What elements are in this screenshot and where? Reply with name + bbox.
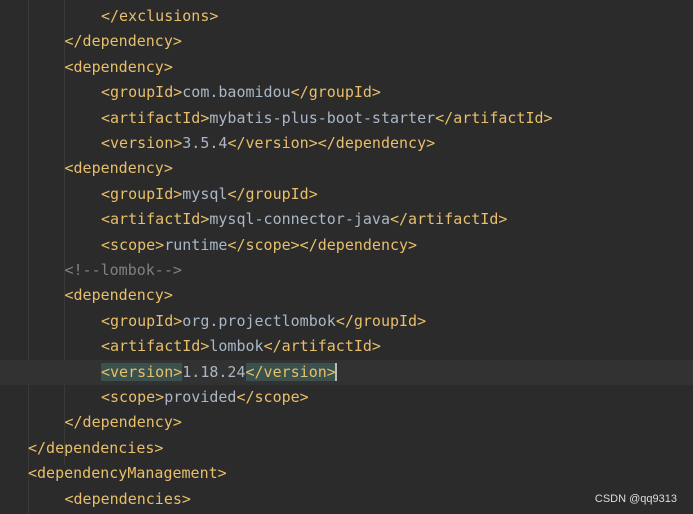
code-line[interactable]: <groupId>com.baomidou</groupId> — [0, 80, 693, 105]
xml-text: lombok — [209, 337, 264, 356]
code-line[interactable]: <artifactId>lombok</artifactId> — [0, 334, 693, 359]
code-line[interactable]: </dependency> — [0, 410, 693, 435]
xml-tag: <groupId> — [101, 184, 183, 203]
text-caret — [334, 363, 337, 382]
code-line-current[interactable]: <version>1.18.24</version> — [0, 359, 693, 385]
xml-tag: </artifactId> — [263, 337, 381, 356]
xml-tag: <dependency> — [64, 57, 173, 76]
xml-tag: <scope> — [101, 388, 165, 406]
xml-tag: </artifactId> — [390, 210, 508, 229]
code-line[interactable]: <artifactId>mybatis-plus-boot-starter</a… — [0, 106, 693, 131]
xml-text: mysql-connector-java — [209, 210, 390, 229]
xml-text: runtime — [164, 235, 228, 254]
code-line[interactable]: <dependencyManagement> — [0, 461, 693, 486]
xml-tag: </scope> — [236, 388, 309, 406]
code-line[interactable]: <dependency> — [0, 283, 693, 308]
xml-tag: <dependencyManagement> — [28, 464, 227, 483]
code-line[interactable]: <groupId>org.projectlombok</groupId> — [0, 309, 693, 334]
xml-text: 1.18.24 — [182, 362, 246, 381]
xml-tag: <groupId> — [101, 311, 183, 330]
xml-comment: <!--lombok--> — [64, 261, 182, 279]
code-line[interactable]: <scope>runtime</scope></dependency> — [0, 233, 693, 258]
xml-tag: <dependencies> — [64, 489, 191, 508]
xml-text: com.baomidou — [182, 83, 291, 102]
xml-tag: </dependencies> — [28, 438, 164, 457]
xml-text: 3.5.4 — [182, 134, 228, 152]
code-line[interactable]: <dependency> — [0, 156, 693, 181]
xml-tag: <artifactId> — [101, 108, 210, 127]
watermark: CSDN @qq9313 — [594, 493, 677, 505]
code-line[interactable]: </dependencies> — [0, 436, 693, 461]
code-line[interactable]: <scope>provided</scope> — [0, 385, 693, 410]
xml-tag: </exclusions> — [101, 7, 219, 25]
code-line[interactable]: <groupId>mysql</groupId> — [0, 182, 693, 207]
xml-tag: </groupId> — [227, 184, 318, 203]
xml-tag: </artifactId> — [435, 108, 553, 127]
xml-tag: </version></dependency> — [227, 134, 436, 152]
code-line[interactable]: </exclusions> — [0, 4, 693, 29]
xml-tag: </version> — [245, 362, 336, 381]
xml-tag: <artifactId> — [101, 210, 210, 229]
xml-tag: <scope> — [101, 235, 165, 254]
code-line[interactable]: <artifactId>mysql-connector-java</artifa… — [0, 207, 693, 232]
xml-tag: <dependency> — [64, 286, 173, 305]
code-line[interactable]: <dependencies> — [0, 487, 693, 512]
xml-tag: </groupId> — [335, 311, 427, 330]
xml-tag: </dependency> — [64, 413, 182, 432]
xml-tag: <dependency> — [64, 159, 173, 178]
xml-tag: </dependency> — [64, 32, 182, 51]
xml-tag: <version> — [101, 362, 183, 381]
code-line[interactable]: </dependency> — [0, 29, 693, 54]
xml-text: org.projectlombok — [182, 311, 336, 330]
xml-tag: <version> — [101, 134, 183, 152]
xml-tag: <groupId> — [101, 83, 183, 102]
xml-tag: </groupId> — [290, 83, 381, 102]
xml-tag: </scope></dependency> — [227, 235, 418, 254]
code-line[interactable]: <!--lombok--> — [0, 258, 693, 283]
xml-text: mybatis-plus-boot-starter — [209, 108, 436, 127]
xml-tag: <artifactId> — [101, 337, 210, 356]
code-editor[interactable]: </exclusions> </dependency> <dependency> <g… — [0, 0, 693, 514]
code-line[interactable]: <dependency> — [0, 55, 693, 80]
xml-text: provided — [164, 388, 237, 406]
code-line[interactable]: <version>3.5.4</version></dependency> — [0, 131, 693, 156]
xml-text: mysql — [182, 184, 228, 203]
